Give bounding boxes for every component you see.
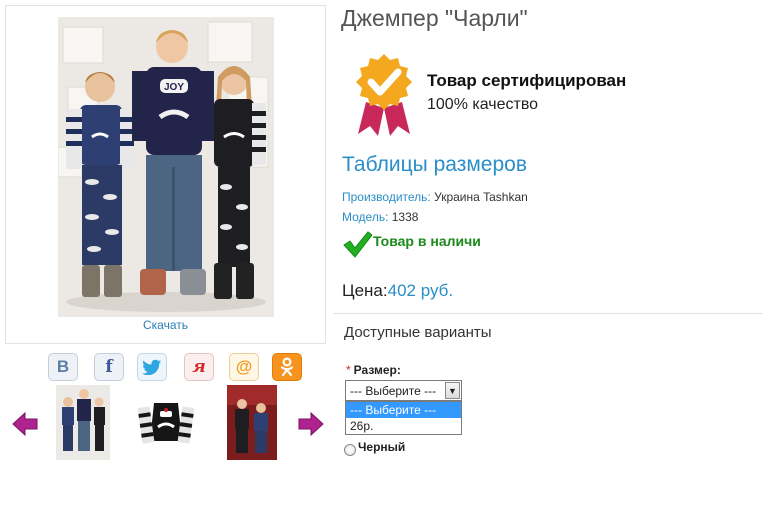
vk-icon[interactable]: В <box>48 353 78 381</box>
yaru-icon[interactable]: я <box>184 353 214 381</box>
mailru-icon[interactable]: @ <box>229 353 259 381</box>
size-select[interactable]: --- Выберите --- ▼ <box>345 380 462 401</box>
product-main-photo[interactable]: JOY <box>58 17 274 317</box>
download-link[interactable]: Скачать <box>5 318 326 332</box>
thumbnail-3[interactable] <box>227 385 277 460</box>
certificate-badge-icon <box>352 52 416 136</box>
size-tables-link[interactable]: Таблицы размеров <box>342 153 527 177</box>
stock-status: Товар в наличи <box>373 233 481 249</box>
twitter-icon[interactable] <box>137 353 167 381</box>
price-value: 402 руб. <box>387 281 454 300</box>
color-option-label: Черный <box>358 440 406 454</box>
certificate-subtitle: 100% качество <box>427 96 539 113</box>
certificate-title: Товар сертифицирован <box>427 71 627 90</box>
odnoklassniki-icon[interactable] <box>272 353 302 381</box>
size-select-value: --- Выберите --- <box>350 383 437 398</box>
model-key: Модель: <box>342 210 389 224</box>
model-value: 1338 <box>391 210 419 224</box>
svg-text:JOY: JOY <box>164 82 184 93</box>
next-arrow-icon[interactable] <box>298 411 324 437</box>
checkmark-icon <box>342 230 373 258</box>
model-row: Модель: 1338 <box>342 210 418 224</box>
divider <box>333 313 763 314</box>
prev-arrow-icon[interactable] <box>12 411 38 437</box>
size-option[interactable]: --- Выберите --- <box>346 402 461 418</box>
manufacturer-row: Производитель: Украина Tashkan <box>342 190 528 204</box>
product-title: Джемпер "Чарли" <box>341 5 528 31</box>
price-label: Цена: <box>342 281 388 300</box>
size-label: Размер: <box>353 363 401 377</box>
size-dropdown-list: --- Выберите --- 26р. <box>345 401 462 435</box>
price-row: Цена:402 руб. <box>342 281 453 301</box>
facebook-icon[interactable]: f <box>94 353 124 381</box>
color-radio[interactable] <box>344 444 356 456</box>
chevron-down-icon[interactable]: ▼ <box>445 382 460 399</box>
manufacturer-value: Украина Tashkan <box>434 190 528 204</box>
thumbnail-1[interactable] <box>56 385 110 460</box>
size-label-row: * Размер: <box>346 363 401 377</box>
variants-heading: Доступные варианты <box>344 324 492 341</box>
required-mark: * <box>346 363 351 377</box>
size-option[interactable]: 26р. <box>346 418 461 434</box>
manufacturer-key[interactable]: Производитель: <box>342 190 431 204</box>
thumbnail-2[interactable] <box>137 385 195 460</box>
